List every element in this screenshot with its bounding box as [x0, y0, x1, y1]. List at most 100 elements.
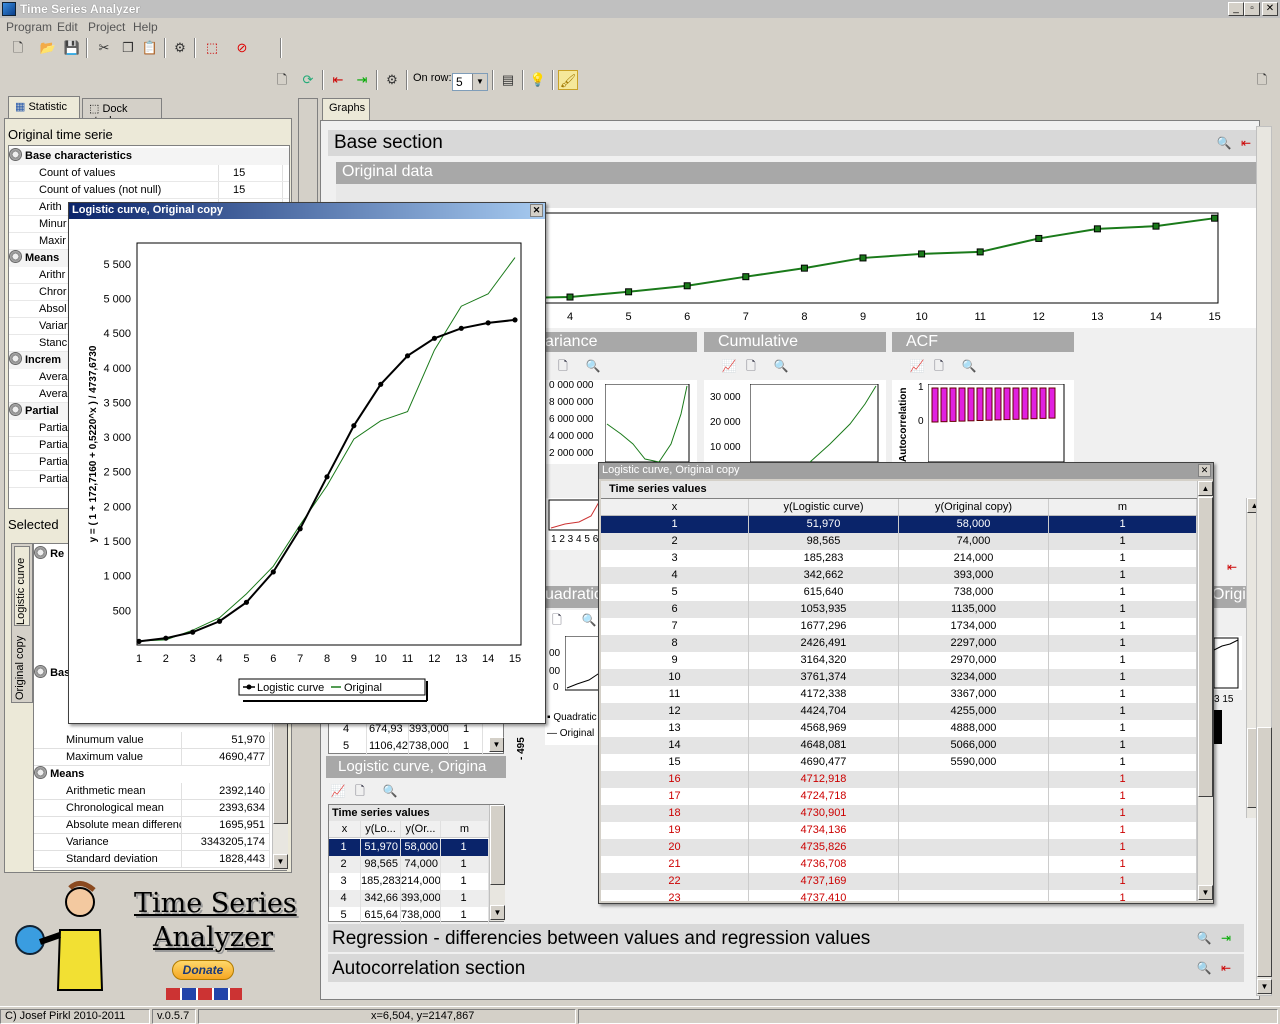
- menu-help[interactable]: Help: [133, 20, 158, 34]
- table-row[interactable]: 18 4730,901 1: [601, 805, 1197, 822]
- column-header[interactable]: x: [329, 821, 361, 837]
- zoom-icon[interactable]: 🔍: [1216, 135, 1232, 151]
- chevron-down-icon[interactable]: ▼: [472, 74, 487, 90]
- column-header[interactable]: m: [1049, 499, 1197, 515]
- zoom-icon[interactable]: 🔍: [585, 358, 601, 374]
- expand-section-icon[interactable]: ⇥: [1218, 930, 1234, 946]
- table-row[interactable]: 8 2426,491 2297,000 1: [601, 635, 1197, 652]
- refresh-icon[interactable]: ⟳: [298, 70, 318, 90]
- table-row[interactable]: 23 4737,410 1: [601, 890, 1197, 901]
- remove-graph-icon[interactable]: 🗋: [272, 70, 292, 90]
- table-scrollbar[interactable]: ▲ ▼: [1197, 481, 1213, 901]
- pdf-export-icon[interactable]: ⬚: [202, 38, 222, 58]
- zoom-icon[interactable]: 🔍: [1196, 960, 1212, 976]
- tab-graphs[interactable]: Graphs: [322, 98, 370, 120]
- table-row[interactable]: 11 4172,338 3367,000 1: [601, 686, 1197, 703]
- vtab-original-copy[interactable]: Original copy: [14, 630, 30, 700]
- table-row[interactable]: 2 98,565 74,000 1: [329, 856, 489, 873]
- table-row[interactable]: 22 4737,169 1: [601, 873, 1197, 890]
- table-row[interactable]: 1 51,970 58,000 1: [601, 516, 1197, 533]
- collapse-all-icon[interactable]: ⇤: [328, 70, 348, 90]
- zoom-icon[interactable]: 🔍: [961, 358, 977, 374]
- column-header[interactable]: y(Lo...: [361, 821, 401, 837]
- donate-button[interactable]: Donate: [172, 960, 234, 980]
- cut-icon[interactable]: ✂: [94, 38, 114, 58]
- zoom-icon[interactable]: 🔍: [1196, 930, 1212, 946]
- main-scrollbar[interactable]: ▼: [1256, 126, 1272, 996]
- page-icon[interactable]: 🗋: [743, 358, 759, 374]
- page-icon[interactable]: 🗋: [352, 783, 368, 799]
- table-row[interactable]: 1 51,970 58,000 1: [329, 839, 489, 856]
- table-row[interactable]: 20 4735,826 1: [601, 839, 1197, 856]
- table-row[interactable]: 3 185,283 214,000 1: [329, 873, 489, 890]
- table-row[interactable]: 4 342,66 393,000 1: [329, 890, 489, 907]
- table-row[interactable]: 12 4424,704 4255,000 1: [601, 703, 1197, 720]
- table-row[interactable]: 7 1677,296 1734,000 1: [601, 618, 1197, 635]
- table-row[interactable]: 2 98,565 74,000 1: [601, 533, 1197, 550]
- expand-all-icon[interactable]: ⇥: [352, 70, 372, 90]
- table-row[interactable]: 4 342,662 393,000 1: [601, 567, 1197, 584]
- stop-icon[interactable]: ⊘: [232, 38, 252, 58]
- column-header[interactable]: x: [601, 499, 749, 515]
- lightbulb-icon[interactable]: 💡: [528, 70, 548, 90]
- group-label: Increm: [25, 354, 62, 366]
- close-doc-icon[interactable]: 🗋: [1252, 70, 1272, 90]
- on-row-select[interactable]: 5 ▼: [452, 73, 488, 91]
- table-row[interactable]: 14 4648,081 5066,000 1: [601, 737, 1197, 754]
- table-row[interactable]: 6 1053,935 1135,000 1: [601, 601, 1197, 618]
- collapse-section-icon[interactable]: ⇤: [1218, 960, 1234, 976]
- column-header[interactable]: y(Or...: [401, 821, 441, 837]
- chart-icon[interactable]: 📈: [330, 783, 346, 799]
- group-header[interactable]: Base characteristics: [9, 148, 289, 165]
- close-button[interactable]: ✕: [1262, 2, 1278, 16]
- new-file-icon[interactable]: 🗋: [8, 38, 28, 58]
- vtab-logistic-curve[interactable]: Logistic curve: [14, 546, 30, 626]
- layout-icon[interactable]: ▤: [498, 70, 518, 90]
- minimize-button[interactable]: _: [1228, 2, 1244, 16]
- table-row[interactable]: 13 4568,969 4888,000 1: [601, 720, 1197, 737]
- column-header[interactable]: m: [441, 821, 489, 837]
- page-icon[interactable]: 🗋: [555, 358, 571, 374]
- save-icon[interactable]: 💾: [62, 38, 82, 58]
- menu-edit[interactable]: Edit: [57, 20, 78, 34]
- graph-settings-gear-icon[interactable]: ⚙: [382, 70, 402, 90]
- chart-icon[interactable]: 📈: [909, 358, 925, 374]
- tab-statistic[interactable]: ▦ Statistic: [8, 96, 80, 118]
- maximize-button[interactable]: ▫: [1244, 2, 1260, 16]
- small-table-scrollbar[interactable]: ▼: [489, 805, 505, 921]
- collapse-section-icon[interactable]: ⇤: [1238, 135, 1254, 151]
- copy-icon[interactable]: ❐: [118, 38, 138, 58]
- table-row[interactable]: 15 4690,477 5590,000 1: [601, 754, 1197, 771]
- zoom-icon[interactable]: 🔍: [382, 783, 398, 799]
- mid-ylabel: - 495: [516, 737, 527, 760]
- table-row[interactable]: 17 4724,718 1: [601, 788, 1197, 805]
- table-row[interactable]: 16 4712,918 1: [601, 771, 1197, 788]
- small-dlg-subtitle: Time series values: [329, 805, 503, 821]
- menu-project[interactable]: Project: [88, 20, 125, 34]
- column-header[interactable]: y(Original copy): [899, 499, 1049, 515]
- x-tick-label: 4: [567, 311, 573, 323]
- zoom-icon[interactable]: 🔍: [773, 358, 789, 374]
- table-row[interactable]: 5 615,64 738,000 1: [329, 907, 489, 924]
- chart-icon[interactable]: 📈: [721, 358, 737, 374]
- collapse-section-icon[interactable]: ⇤: [1222, 560, 1242, 580]
- page-icon[interactable]: 🗋: [549, 612, 565, 628]
- zoom-icon[interactable]: 🔍: [581, 612, 597, 628]
- table-row[interactable]: 3 185,283 214,000 1: [601, 550, 1197, 567]
- page-icon[interactable]: 🗋: [931, 358, 947, 374]
- brush-icon[interactable]: 🖌: [558, 70, 578, 90]
- close-icon[interactable]: ✕: [1198, 464, 1211, 477]
- table-row[interactable]: 5 615,640 738,000 1: [601, 584, 1197, 601]
- column-header[interactable]: y(Logistic curve): [749, 499, 899, 515]
- settings-gear-icon[interactable]: ⚙: [170, 38, 190, 58]
- close-icon[interactable]: ✕: [530, 204, 543, 217]
- table-row[interactable]: 9 3164,320 2970,000 1: [601, 652, 1197, 669]
- table-row[interactable]: 10 3761,374 3234,000 1: [601, 669, 1197, 686]
- table-row[interactable]: 19 4734,136 1: [601, 822, 1197, 839]
- tab-dock-stack[interactable]: ⬚ Dock stack: [82, 98, 162, 127]
- scroll-down-arrow[interactable]: ▼: [489, 737, 504, 752]
- table-row[interactable]: 21 4736,708 1: [601, 856, 1197, 873]
- menu-program[interactable]: Program: [6, 20, 52, 34]
- open-folder-icon[interactable]: 📂: [38, 38, 58, 58]
- paste-icon[interactable]: 📋: [140, 38, 160, 58]
